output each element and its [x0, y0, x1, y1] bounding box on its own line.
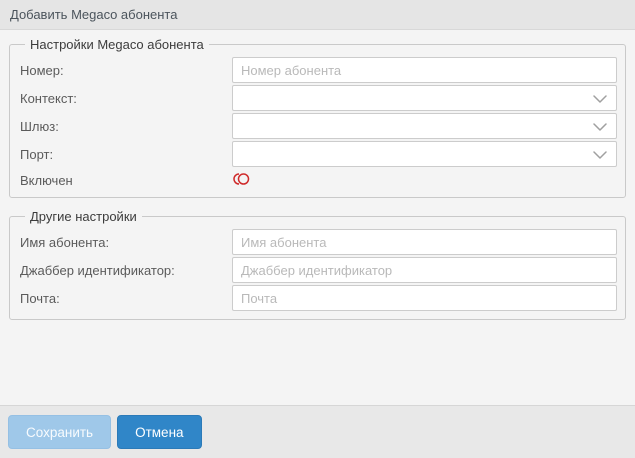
dialog-title: Добавить Megaco абонента [10, 7, 178, 22]
number-input[interactable] [232, 57, 617, 83]
context-select[interactable] [232, 85, 617, 111]
toggle-off-icon[interactable] [232, 172, 250, 186]
chevron-down-icon [593, 91, 607, 106]
context-row: Контекст: [20, 85, 617, 111]
jabber-id-label: Джаббер идентификатор: [20, 262, 175, 278]
dialog-titlebar: Добавить Megaco абонента [0, 0, 635, 30]
gateway-label: Шлюз: [20, 118, 59, 134]
enabled-row: Включен [20, 171, 617, 189]
subscriber-name-label: Имя абонента: [20, 234, 110, 250]
jabber-id-input[interactable] [232, 257, 617, 283]
other-settings-section: Другие настройки Имя абонента: Джаббер и… [9, 209, 626, 320]
enabled-label: Включен [20, 172, 73, 188]
jabber-id-row: Джаббер идентификатор: [20, 257, 617, 283]
chevron-down-icon [593, 147, 607, 162]
megaco-settings-legend: Настройки Megaco абонента [30, 37, 204, 52]
gateway-row: Шлюз: [20, 113, 617, 139]
other-settings-legend: Другие настройки [30, 209, 137, 224]
chevron-down-icon [593, 119, 607, 134]
cancel-button[interactable]: Отмена [117, 415, 202, 449]
subscriber-name-input[interactable] [232, 229, 617, 255]
dialog-body: Настройки Megaco абонента Номер: Контекс… [0, 30, 635, 405]
port-row: Порт: [20, 141, 617, 167]
email-label: Почта: [20, 290, 60, 306]
gateway-select[interactable] [232, 113, 617, 139]
number-row: Номер: [20, 57, 617, 83]
email-row: Почта: [20, 285, 617, 311]
port-select[interactable] [232, 141, 617, 167]
email-input[interactable] [232, 285, 617, 311]
dialog-footer: Сохранить Отмена [0, 405, 635, 458]
context-label: Контекст: [20, 90, 77, 106]
add-megaco-subscriber-dialog: Добавить Megaco абонента Настройки Megac… [0, 0, 635, 458]
subscriber-name-row: Имя абонента: [20, 229, 617, 255]
megaco-settings-section: Настройки Megaco абонента Номер: Контекс… [9, 37, 626, 198]
port-label: Порт: [20, 146, 54, 162]
number-label: Номер: [20, 62, 64, 78]
save-button[interactable]: Сохранить [8, 415, 112, 449]
